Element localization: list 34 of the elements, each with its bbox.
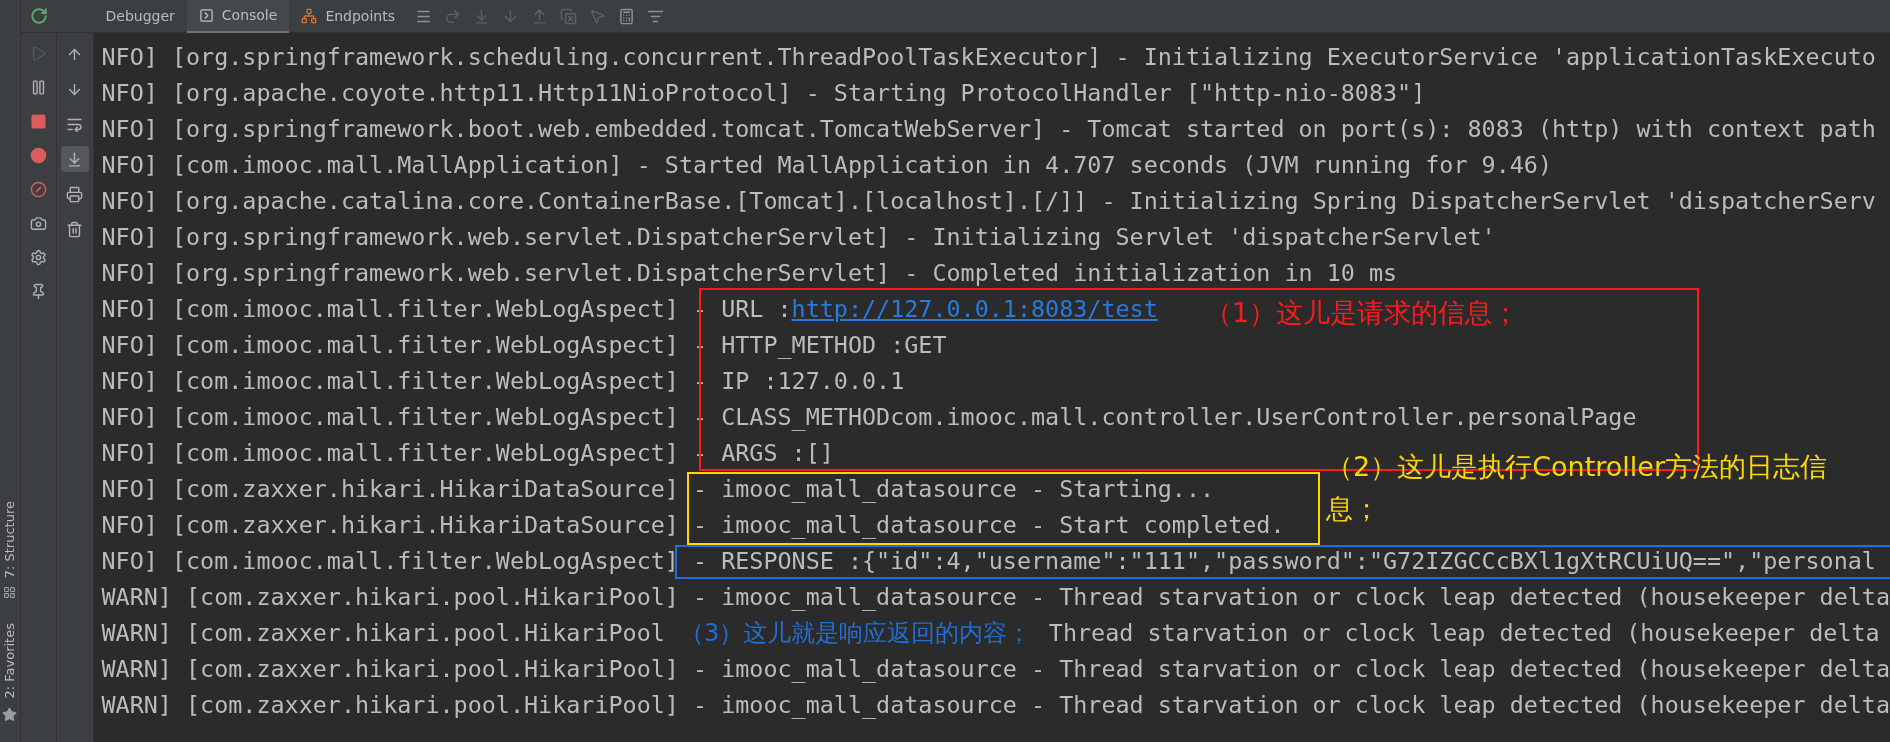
stop-icon[interactable] [29, 113, 47, 130]
annotation-note: （1）这儿是请求的信息； [1205, 296, 1521, 330]
mute-breakpoints-icon[interactable] [29, 181, 47, 198]
star-icon [2, 707, 18, 722]
log-line: NFO] [org.springframework.scheduling.concurrent.ThreadPoolTaskExecutor] - Initializing ExecutorService 'applicationTaskExecuto [101, 42, 1876, 73]
calculator-icon[interactable] [618, 7, 635, 25]
log-line: NFO] [com.imooc.mall.filter.WebLogAspect] - RESPONSE :{"id":4,"username":"111","password":"G72IZGCCcBXl1gXtRCUiUQ==","personal [101, 546, 1876, 577]
log-line: NFO] [com.zaxxer.hikari.HikariDataSource] - imooc_mall_datasource - Start completed. [101, 510, 1285, 541]
log-line: NFO] [org.springframework.boot.web.embedded.tomcat.TomcatWebServer] - Tomcat started on port(s): 8083 (http) with context path [101, 114, 1876, 145]
log-line: Thread starvation or clock leap detected (housekeeper delta [1048, 618, 1880, 649]
tab[interactable]: Console [186, 0, 290, 33]
log-line: WARN] [com.zaxxer.hikari.pool.HikariPool [101, 618, 665, 649]
endpoints-icon [301, 8, 318, 24]
log-line: WARN] [com.zaxxer.hikari.pool.HikariPool] - imooc_mall_datasource - Thread starvation or clock leap detected (housekeeper delta [101, 582, 1890, 613]
log-line: NFO] [org.springframework.web.servlet.DispatcherServlet] - Completed initialization in 10 ms [101, 258, 1398, 289]
log-line: NFO] [org.apache.coyote.http11.Http11NioProtocol] - Starting ProtocolHandler ["http-nio-8083"] [101, 78, 1426, 109]
side-tab[interactable]: 2: Favorites [0, 623, 20, 699]
console-icon [198, 7, 214, 23]
log-line: NFO] [com.zaxxer.hikari.HikariDataSource] - imooc_mall_datasource - Starting... [101, 474, 1215, 505]
log-line: NFO] [org.apache.catalina.core.ContainerBase.[Tomcat].[localhost].[/]] - Initializing Spring DispatcherServlet 'dispatcherServ [101, 186, 1876, 217]
tab[interactable]: Debugger [93, 0, 187, 33]
structure-icon [3, 586, 17, 600]
side-tab[interactable]: 7: Structure [0, 501, 20, 579]
log-line: WARN] [com.zaxxer.hikari.pool.HikariPool] - imooc_mall_datasource - Thread starvation or clock leap detected (housekeeper delta [101, 690, 1890, 721]
url-link[interactable]: http://127.0.0.1:8083/test [791, 295, 1158, 323]
rerun-icon[interactable] [29, 7, 48, 25]
scroll-to-end-icon[interactable] [60, 146, 89, 172]
settings-icon[interactable] [29, 249, 47, 266]
log-line: NFO] [org.springframework.web.servlet.DispatcherServlet] - Initializing Servlet 'dispatcherServlet' [101, 222, 1496, 253]
tab[interactable]: Endpoints [289, 0, 407, 33]
log-line: WARN] [com.zaxxer.hikari.pool.HikariPool] - imooc_mall_datasource - Thread starvation or clock leap detected (housekeeper delta [101, 654, 1890, 685]
camera-icon[interactable] [29, 215, 47, 232]
breakpoints-icon[interactable] [29, 147, 47, 164]
log-line: NFO] [com.imooc.mall.MallApplication] - Started MallApplication in 4.707 seconds (JVM running for 9.46) [101, 150, 1553, 181]
